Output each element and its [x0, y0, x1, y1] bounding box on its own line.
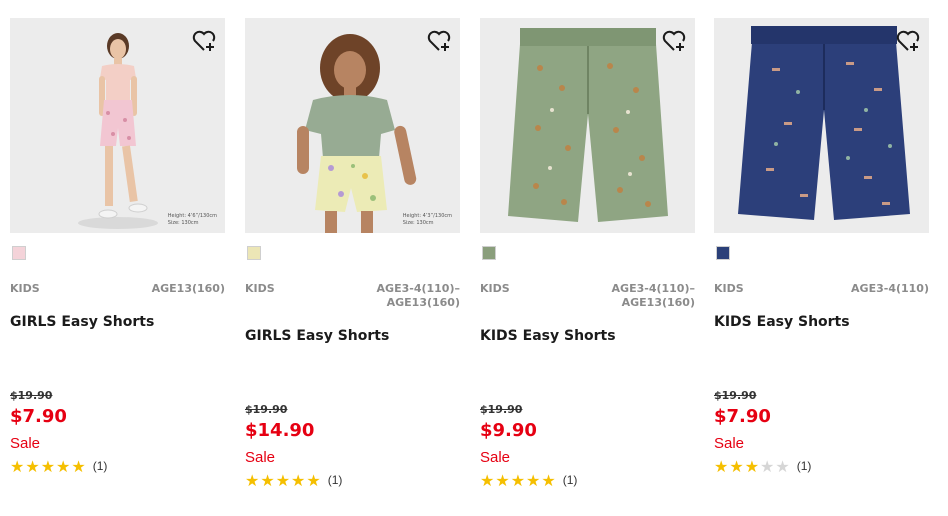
sale-label: Sale	[245, 449, 276, 466]
star-rating: ★★★★★ (1)	[714, 457, 811, 477]
product-image[interactable]	[714, 18, 929, 233]
color-swatch[interactable]	[247, 246, 261, 260]
product-category: KIDS	[714, 282, 744, 295]
sale-label: Sale	[714, 435, 745, 452]
star-filled-icon: ★	[541, 473, 557, 490]
product-category: KIDS	[10, 282, 40, 295]
product-name[interactable]: KIDS Easy Shorts	[714, 314, 929, 330]
product-age-range: AGE13(160)	[151, 282, 225, 295]
star-filled-icon: ★	[56, 459, 72, 476]
sale-price: $7.90	[714, 406, 771, 427]
product-card[interactable]: Height: 4’3”/130cm Size: 130cm KIDS AGE3…	[245, 18, 460, 490]
star-filled-icon: ★	[526, 473, 542, 490]
star-filled-icon: ★	[744, 459, 761, 476]
review-count[interactable]: (1)	[328, 473, 343, 487]
original-price: $19.90	[480, 403, 523, 416]
star-filled-icon: ★	[245, 473, 261, 490]
product-age-range: AGE3-4(110)	[851, 282, 929, 295]
review-count[interactable]: (1)	[93, 459, 108, 473]
star-filled-icon: ★	[71, 459, 87, 476]
product-age-range: AGE3-4(110)– AGE13(160)	[376, 282, 460, 309]
product-category: KIDS	[480, 282, 510, 295]
star-rating: ★★★★★ (1)	[245, 471, 342, 491]
star-rating: ★★★★★ (1)	[10, 457, 107, 477]
product-name[interactable]: GIRLS Easy Shorts	[10, 314, 225, 330]
original-price: $19.90	[10, 389, 53, 402]
heart-plus-icon[interactable]	[191, 28, 217, 54]
original-price: $19.90	[714, 389, 757, 402]
star-filled-icon: ★	[10, 459, 26, 476]
product-category: KIDS	[245, 282, 275, 295]
model-size-info: Height: 4’3”/130cm Size: 130cm	[402, 213, 452, 226]
product-age-range: AGE3-4(110)– AGE13(160)	[611, 282, 695, 309]
star-filled-icon: ★	[510, 473, 527, 490]
star-filled-icon: ★	[260, 473, 276, 490]
star-empty-icon: ★	[775, 459, 791, 476]
star-filled-icon: ★	[275, 473, 292, 490]
sale-price: $14.90	[245, 420, 315, 441]
product-card[interactable]: KIDS AGE3-4(110) KIDS Easy Shorts $19.90…	[714, 18, 929, 476]
star-empty-icon: ★	[760, 459, 776, 476]
product-image[interactable]: Height: 4’6”/130cm Size: 130cm	[10, 18, 225, 233]
product-image[interactable]	[480, 18, 695, 233]
color-swatch[interactable]	[12, 246, 26, 260]
product-image[interactable]: Height: 4’3”/130cm Size: 130cm	[245, 18, 460, 233]
color-swatch[interactable]	[482, 246, 496, 260]
model-size-info: Height: 4’6”/130cm Size: 130cm	[167, 213, 217, 226]
star-filled-icon: ★	[729, 459, 745, 476]
star-filled-icon: ★	[495, 473, 511, 490]
product-card[interactable]: KIDS AGE3-4(110)– AGE13(160) KIDS Easy S…	[480, 18, 695, 490]
heart-plus-icon[interactable]	[661, 28, 687, 54]
review-count[interactable]: (1)	[797, 459, 812, 473]
star-filled-icon: ★	[291, 473, 307, 490]
sale-label: Sale	[480, 449, 511, 466]
star-filled-icon: ★	[714, 459, 730, 476]
star-rating: ★★★★★ (1)	[480, 471, 577, 491]
sale-price: $7.90	[10, 406, 67, 427]
product-name[interactable]: GIRLS Easy Shorts	[245, 328, 460, 344]
product-card[interactable]: Height: 4’6”/130cm Size: 130cm KIDS AGE1…	[10, 18, 225, 476]
sale-price: $9.90	[480, 420, 537, 441]
star-filled-icon: ★	[480, 473, 496, 490]
sale-label: Sale	[10, 435, 41, 452]
star-filled-icon: ★	[25, 459, 41, 476]
product-name[interactable]: KIDS Easy Shorts	[480, 328, 695, 344]
star-filled-icon: ★	[40, 459, 57, 476]
heart-plus-icon[interactable]	[426, 28, 452, 54]
star-filled-icon: ★	[306, 473, 322, 490]
heart-plus-icon[interactable]	[895, 28, 921, 54]
original-price: $19.90	[245, 403, 288, 416]
color-swatch[interactable]	[716, 246, 730, 260]
review-count[interactable]: (1)	[563, 473, 578, 487]
